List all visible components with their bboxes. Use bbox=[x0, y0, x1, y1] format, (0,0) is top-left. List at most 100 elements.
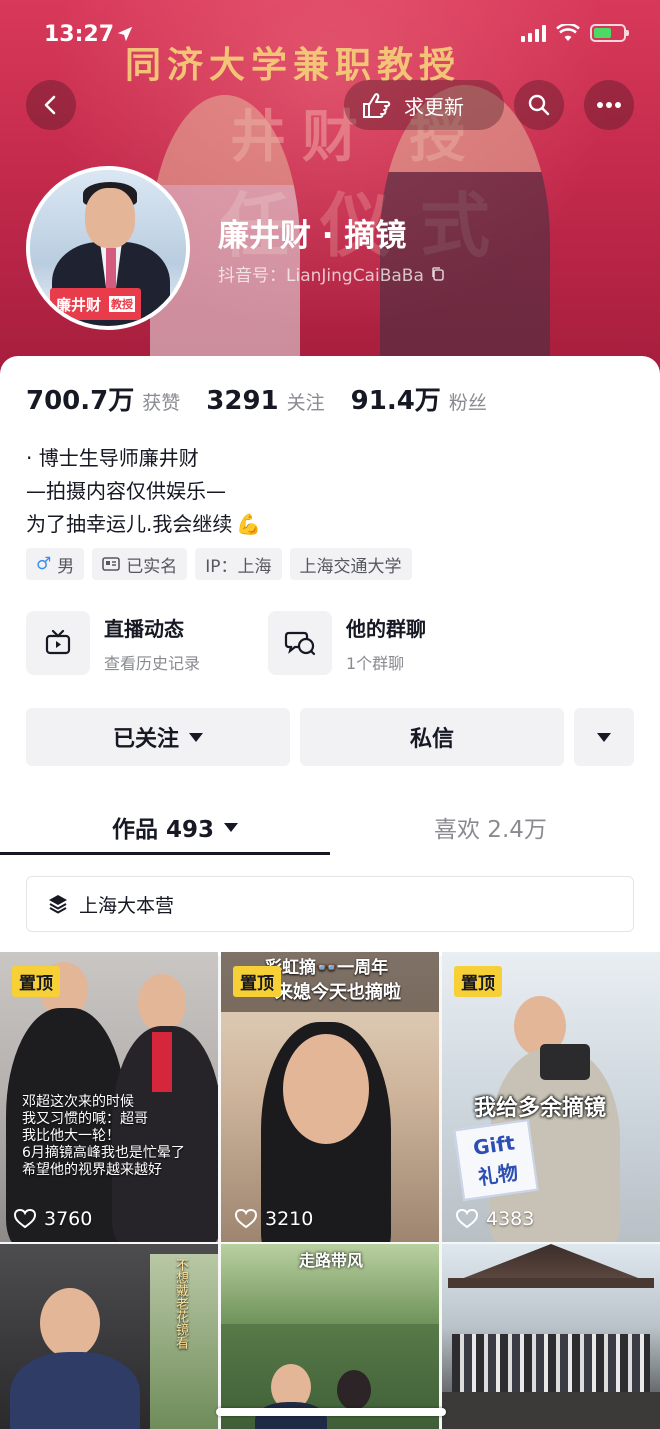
request-update-button[interactable]: 求更新 bbox=[344, 80, 504, 130]
id-card-icon bbox=[102, 557, 121, 571]
tab-works-label: 作品 493 bbox=[112, 817, 215, 843]
video-caption: 我给多余摘镜 bbox=[474, 1096, 607, 1121]
pinned-badge: 置顶 bbox=[233, 966, 281, 997]
tab-works[interactable]: 作品 493 bbox=[112, 810, 239, 844]
group-chat-title: 他的群聊 bbox=[346, 616, 426, 641]
profile-stats: 700.7万 获赞 3291 关注 91.4万 粉丝 bbox=[26, 380, 513, 417]
caption-line: 我比他大一轮！ bbox=[22, 1128, 120, 1144]
like-count-value: 3210 bbox=[265, 1208, 314, 1230]
pinned-badge: 置顶 bbox=[454, 966, 502, 997]
chat-bubbles-icon bbox=[268, 611, 332, 675]
heart-icon bbox=[14, 1209, 36, 1229]
location-arrow-icon bbox=[117, 26, 133, 42]
tv-icon bbox=[26, 611, 90, 675]
message-button[interactable]: 私信 bbox=[300, 708, 564, 766]
followers-label[interactable]: 粉丝 bbox=[449, 388, 487, 415]
recommend-dropdown-button[interactable] bbox=[574, 708, 634, 766]
profile-bio: · 博士生导师廉井财 —拍摄内容仅供娱乐— 为了抽幸运儿.我会继续 💪 bbox=[26, 442, 261, 541]
video-caption: 来媳今天也摘啦 bbox=[275, 982, 401, 1003]
hand-icon bbox=[363, 93, 391, 118]
group-chat-entry[interactable]: 他的群聊 1个群聊 bbox=[268, 611, 426, 675]
status-bar: 13:27 bbox=[0, 0, 660, 70]
status-indicators bbox=[521, 24, 629, 42]
gender-tag: ♂ 男 bbox=[26, 548, 85, 580]
followers-count[interactable]: 91.4万 bbox=[351, 380, 441, 417]
status-time: 13:27 bbox=[44, 22, 115, 47]
caption-line: 6月摘镜高峰我也是忙晕了 bbox=[22, 1145, 185, 1161]
verified-label: 已实名 bbox=[126, 556, 178, 577]
layers-icon bbox=[49, 895, 67, 914]
video-caption: 不想戴老花镜看 bbox=[173, 1258, 188, 1349]
like-count-value: 3760 bbox=[44, 1208, 93, 1230]
bio-line-3: 为了抽幸运儿.我会继续 💪 bbox=[26, 508, 261, 541]
avatar-name-tag: 廉井财 教授 bbox=[50, 288, 142, 320]
like-count: 3210 bbox=[235, 1208, 313, 1230]
likes-label: 获赞 bbox=[142, 392, 181, 414]
tab-likes-label: 喜欢 2.4万 bbox=[434, 817, 547, 843]
collection-label: 上海大本营 bbox=[79, 894, 175, 917]
caret-down-icon bbox=[189, 732, 203, 742]
pinned-badge: 置顶 bbox=[12, 966, 60, 997]
bio-line-3-text: 为了抽幸运儿.我会继续 bbox=[26, 512, 233, 536]
tab-likes[interactable]: 喜欢 2.4万 bbox=[434, 810, 547, 844]
video-tile[interactable]: Gift 礼物 我给多余摘镜 置顶 4383 bbox=[442, 952, 660, 1242]
message-label: 私信 bbox=[409, 727, 454, 752]
avatar-tag-title: 教授 bbox=[109, 296, 136, 312]
request-update-label: 求更新 bbox=[404, 94, 464, 119]
caption-line: 希望他的视界越来越好 bbox=[22, 1162, 162, 1178]
heart-icon bbox=[456, 1209, 478, 1229]
search-button[interactable] bbox=[514, 80, 564, 130]
video-caption: 走路带风 bbox=[299, 1251, 364, 1270]
wifi-icon bbox=[556, 24, 580, 41]
followed-button[interactable]: 已关注 bbox=[26, 708, 290, 766]
avatar-tag-name: 廉井财 bbox=[56, 295, 102, 314]
gift-card: Gift 礼物 bbox=[453, 1119, 539, 1201]
like-count-value: 4383 bbox=[486, 1208, 535, 1230]
profile-avatar[interactable]: 廉井财 教授 bbox=[26, 166, 190, 330]
live-history-entry[interactable]: 直播动态 查看历史记录 bbox=[26, 611, 200, 675]
video-tile[interactable] bbox=[442, 1244, 660, 1429]
video-caption: 彩虹摘👓一周年 bbox=[265, 958, 389, 978]
chevron-left-icon bbox=[44, 95, 56, 115]
copy-icon[interactable] bbox=[430, 266, 446, 282]
home-indicator[interactable] bbox=[216, 1408, 446, 1416]
ip-tag: IP：上海 bbox=[195, 548, 282, 580]
flexed-biceps-icon: 💪 bbox=[236, 512, 262, 536]
back-button[interactable] bbox=[26, 80, 76, 130]
like-count: 3760 bbox=[14, 1208, 92, 1230]
video-tile[interactable]: 彩虹摘👓一周年 来媳今天也摘啦 置顶 3210 bbox=[221, 952, 439, 1242]
video-tile[interactable]: 置顶 邓超这次来的时候 我又习惯的喊：超哥 我比他大一轮！ 6月摘镜高峰我也是忙… bbox=[0, 952, 218, 1242]
caption-line: 邓超这次来的时候 bbox=[22, 1094, 134, 1110]
profile-tags: ♂ 男 已实名 IP：上海 上海交通大学 bbox=[26, 548, 412, 580]
caret-down-icon bbox=[597, 732, 611, 742]
more-dots-icon bbox=[597, 102, 621, 108]
bio-line-2: —拍摄内容仅供娱乐— bbox=[26, 479, 226, 503]
more-options-button[interactable] bbox=[584, 80, 634, 130]
caption-line: 我又习惯的喊：超哥 bbox=[22, 1111, 148, 1127]
collection-entry[interactable]: 上海大本营 bbox=[26, 876, 634, 932]
profile-actions: 已关注 私信 bbox=[26, 708, 634, 766]
following-count[interactable]: 3291 bbox=[206, 386, 278, 416]
bio-line-1: · 博士生导师廉井财 bbox=[26, 446, 199, 470]
cellular-signal-icon bbox=[521, 24, 546, 42]
gender-label: 男 bbox=[57, 556, 75, 577]
live-history-sub: 查看历史记录 bbox=[104, 653, 201, 673]
followed-label: 已关注 bbox=[112, 727, 179, 752]
group-chat-sub: 1个群聊 bbox=[346, 653, 405, 673]
like-count: 4383 bbox=[456, 1208, 534, 1230]
caret-down-icon bbox=[224, 822, 239, 832]
content-tabs: 作品 493 喜欢 2.4万 bbox=[0, 796, 660, 856]
battery-icon bbox=[590, 24, 629, 42]
profile-body: 700.7万 获赞 3291 关注 91.4万 粉丝 · 博士生导师廉井财 —拍… bbox=[0, 356, 660, 956]
douyin-id: 抖音号：LianJingCaiBaBa bbox=[218, 266, 424, 286]
tab-active-indicator bbox=[0, 852, 330, 855]
school-tag[interactable]: 上海交通大学 bbox=[289, 548, 412, 580]
following-label[interactable]: 关注 bbox=[287, 388, 325, 415]
search-icon bbox=[528, 94, 550, 116]
heart-icon bbox=[235, 1209, 257, 1229]
likes-count: 700.7万 bbox=[26, 386, 135, 416]
video-caption: 邓超这次来的时候 我又习惯的喊：超哥 我比他大一轮！ 6月摘镜高峰我也是忙晕了 … bbox=[22, 1094, 185, 1179]
video-tile[interactable]: 走路带风 bbox=[221, 1244, 439, 1429]
video-tile[interactable]: 不想戴老花镜看 bbox=[0, 1244, 218, 1429]
douyin-id-row[interactable]: 抖音号：LianJingCaiBaBa bbox=[218, 261, 446, 286]
